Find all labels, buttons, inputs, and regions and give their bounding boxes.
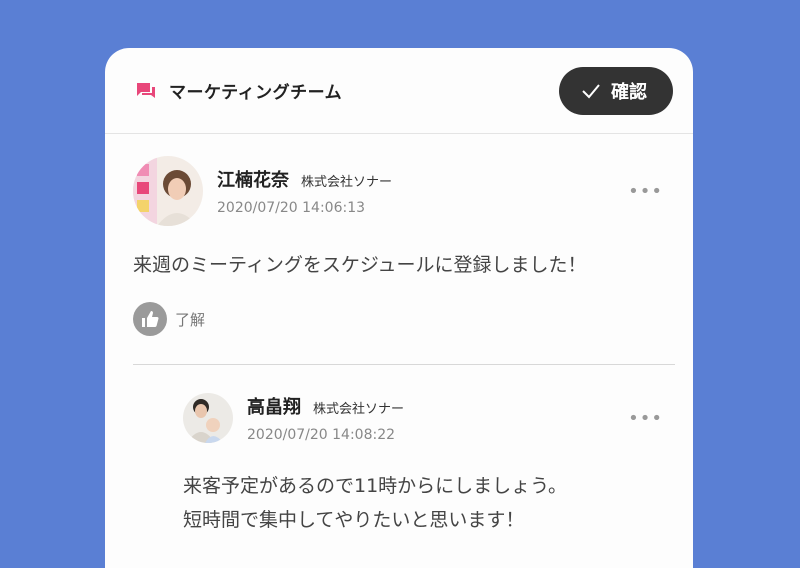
post-timestamp: 2020/07/20 14:06:13 xyxy=(217,200,366,216)
confirm-button[interactable]: 確認 xyxy=(559,66,673,115)
divider xyxy=(133,364,675,365)
confirm-label: 確認 xyxy=(611,81,647,103)
chat-header: マーケティングチーム 確認 xyxy=(105,48,693,134)
post-text-line: 来客予定があるので11時からにしましょう。 xyxy=(183,475,568,497)
avatar[interactable] xyxy=(133,156,203,226)
thumbs-up-icon xyxy=(142,311,159,327)
more-options-icon[interactable]: ••• xyxy=(628,408,663,429)
channel-title: マーケティングチーム xyxy=(169,83,343,103)
author-company: 株式会社ソナー xyxy=(313,402,405,417)
checkmark-icon xyxy=(582,83,600,98)
post-item: 江楠花奈 株式会社ソナー 2020/07/20 14:06:13 ••• 来週の… xyxy=(133,156,673,336)
author-name[interactable]: 江楠花奈 xyxy=(217,166,289,192)
post-text: 来週のミーティングをスケジュールに登録しました！ xyxy=(133,254,587,276)
post-timestamp: 2020/07/20 14:08:22 xyxy=(247,427,396,443)
author-company: 株式会社ソナー xyxy=(301,175,393,190)
author-name[interactable]: 高畠翔 xyxy=(247,393,301,419)
post-text: 来客予定があるので11時からにしましょう。 短時間で集中してやりたいと思います！ xyxy=(183,469,673,537)
more-options-icon[interactable]: ••• xyxy=(628,181,663,202)
chat-card: マーケティングチーム 確認 江楠花奈 株式会社ソナー 2020/07/20 14… xyxy=(105,48,693,568)
chat-icon xyxy=(135,80,157,102)
like-button[interactable] xyxy=(133,302,167,336)
avatar[interactable] xyxy=(183,393,233,443)
post-text-line: 短時間で集中してやりたいと思います！ xyxy=(183,509,525,531)
like-label[interactable]: 了解 xyxy=(175,309,205,330)
reply-item: 高畠翔 株式会社ソナー 2020/07/20 14:08:22 ••• 来客予定… xyxy=(183,393,673,537)
